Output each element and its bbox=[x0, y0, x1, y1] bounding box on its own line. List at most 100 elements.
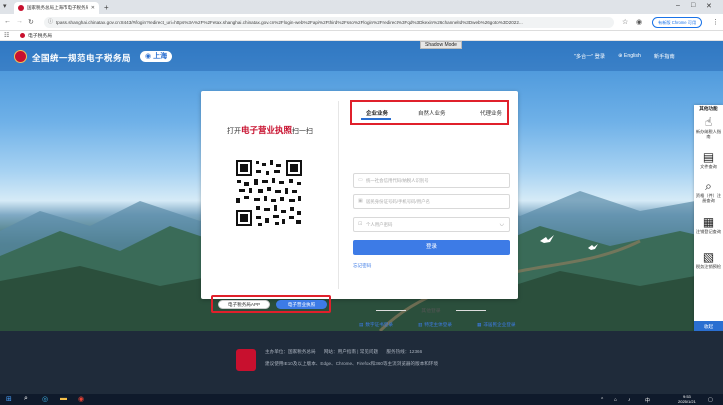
side-tool-file-query[interactable]: ▤ 文件查询 bbox=[694, 150, 723, 169]
side-tool-new-taxpayer[interactable]: ☝ 新办纳税人指南 bbox=[694, 115, 723, 139]
tab-individual[interactable]: 自然人业务 bbox=[418, 109, 446, 117]
reload-icon[interactable]: ↻ bbox=[28, 18, 34, 26]
active-tab-indicator bbox=[361, 118, 391, 120]
address-toolbar: ← → ↻ ⓘ tpass.shanghai.chinatax.gov.cn:8… bbox=[0, 14, 723, 31]
forward-icon[interactable]: → bbox=[16, 18, 23, 25]
side-tool-label: 注销登记查询 bbox=[695, 229, 722, 234]
side-tool-deregistration-precheck[interactable]: ▧ 税务注销预检 bbox=[694, 250, 723, 269]
login-card: 打开电子营业执照扫一扫 电子税务局APP 电子营业执照 企业业务 自然人业务 代… bbox=[201, 91, 518, 327]
nav-english-label: English bbox=[623, 53, 641, 59]
credit-code-placeholder: 统一社会信用代码/纳税人识别号 bbox=[366, 178, 429, 183]
side-tools-panel: 其他功能 ☝ 新办纳税人指南 ▤ 文件查询 ⌕ 资格（件）注册查询 ▦ 注销登记查询 ▧… bbox=[694, 105, 723, 333]
url-field[interactable]: ⓘ tpass.shanghai.chinatax.gov.cn:8443/#/… bbox=[44, 17, 614, 28]
footer-site-links[interactable]: 网站：用户指南 | 常见问题 bbox=[324, 349, 378, 354]
maximize-icon[interactable]: □ bbox=[691, 2, 695, 9]
tax-bureau-site: 全国统一规范电子税务局 ◉ 上海 "多合一" 登录 ⊕ English 新手指南 … bbox=[0, 41, 723, 394]
site-title: 全国统一规范电子税务局 bbox=[32, 53, 132, 63]
business-license-button[interactable]: 电子营业执照 bbox=[276, 300, 327, 309]
browser-tab[interactable]: 国家税务总局上海市电子税务局 ✕ bbox=[14, 2, 99, 14]
shadow-mode-badge[interactable]: Shadow Mode bbox=[420, 41, 462, 49]
qr-title-prefix: 打开 bbox=[227, 128, 241, 135]
taskbar-search-icon[interactable]: ⌕ bbox=[24, 395, 28, 403]
new-tab-icon[interactable]: + bbox=[104, 3, 109, 12]
nav-multi-login[interactable]: "多合一" 登录 bbox=[574, 53, 605, 60]
id-card-icon: ▭ bbox=[358, 177, 363, 183]
cert-login-link[interactable]: ▤ 数字证书登录 bbox=[359, 322, 395, 328]
qr-title: 打开电子营业执照扫一扫 bbox=[227, 124, 313, 136]
chrome-browser-icon[interactable]: ◉ bbox=[78, 395, 84, 403]
region-label: 上海 bbox=[153, 53, 168, 60]
nav-guide[interactable]: 新手指南 bbox=[654, 53, 675, 60]
password-visibility-icon[interactable]: ◡ bbox=[500, 218, 504, 231]
id-number-placeholder: 居民身份证号码/手机号码/用户名 bbox=[366, 199, 430, 204]
nav-english[interactable]: ⊕ English bbox=[618, 53, 641, 60]
login-qr-code bbox=[234, 158, 304, 228]
edge-browser-icon[interactable]: ◎ bbox=[42, 395, 48, 403]
back-icon[interactable]: ← bbox=[4, 18, 11, 25]
bookmark-item[interactable]: 电子税务局 bbox=[20, 32, 52, 39]
side-tool-deregistration-query[interactable]: ▦ 注销登记查询 bbox=[694, 215, 723, 234]
document-icon: ▤ bbox=[702, 150, 715, 164]
forgot-password-link[interactable]: 忘记密码 bbox=[353, 263, 371, 269]
bookmark-star-icon[interactable]: ☆ bbox=[622, 18, 628, 26]
side-tool-label: 资格（件）注册查询 bbox=[695, 193, 722, 203]
password-input[interactable]: ⊡ 个人用户密码 ◡ bbox=[353, 217, 510, 232]
os-taskbar: ⊞ ⌕ ◎ ▬ ◉ ⌃ ⌂ ♪ 中 9:53 2025/1/21 ▢ bbox=[0, 394, 723, 405]
id-number-input[interactable]: ▣ 居民身份证号码/手机号码/用户名 bbox=[353, 194, 510, 209]
tray-up-arrow-icon[interactable]: ⌃ bbox=[600, 397, 604, 403]
volume-icon[interactable]: ♪ bbox=[628, 397, 631, 403]
card-divider bbox=[338, 101, 339, 289]
lock-icon: ⊡ bbox=[358, 221, 363, 227]
header-nav: "多合一" 登录 ⊕ English 新手指南 bbox=[574, 53, 675, 60]
site-info-icon[interactable]: ⓘ bbox=[48, 17, 53, 28]
profile-icon[interactable]: ◉ bbox=[636, 18, 642, 26]
network-icon[interactable]: ⌂ bbox=[614, 397, 617, 403]
tax-bureau-favicon-icon bbox=[18, 5, 24, 11]
minimize-icon[interactable]: – bbox=[676, 2, 680, 9]
certificate-icon: ▤ bbox=[359, 322, 364, 327]
file-list-icon: ▦ bbox=[702, 215, 715, 229]
side-tool-label: 新办纳税人指南 bbox=[695, 129, 722, 139]
update-chrome-button[interactable]: 有新版 Chrome 可用 bbox=[652, 17, 703, 28]
entity-icon: ▥ bbox=[418, 322, 423, 327]
login-button[interactable]: 登录 bbox=[353, 240, 510, 255]
user-icon: ▣ bbox=[358, 198, 363, 204]
footer-sponsor: 主办单位：国家税务总局 bbox=[265, 349, 316, 354]
tax-emblem-icon bbox=[14, 50, 27, 63]
browser-menu-icon[interactable]: ⋮ bbox=[712, 18, 719, 26]
tab-title: 国家税务总局上海市电子税务局 bbox=[27, 5, 88, 10]
side-tool-registration-query[interactable]: ⌕ 资格（件）注册查询 bbox=[694, 179, 723, 203]
credit-code-input[interactable]: ▭ 统一社会信用代码/纳税人识别号 bbox=[353, 173, 510, 188]
tab-agent[interactable]: 代理业务 bbox=[480, 109, 502, 117]
tab-enterprise[interactable]: 企业业务 bbox=[366, 109, 388, 117]
special-entity-login-label: 特定主体登录 bbox=[424, 322, 452, 327]
nonresident-login-link[interactable]: ▦ 非居民企业登录 bbox=[477, 322, 518, 328]
special-entity-login-link[interactable]: ▥ 特定主体登录 bbox=[418, 322, 454, 328]
bookmarks-bar: ☷ 电子税务局 bbox=[0, 31, 723, 41]
footer-browser-note: 建议使用IE10及以上版本、Edge、Chrome、Firefox和360等主流… bbox=[265, 361, 439, 366]
tax-app-button[interactable]: 电子税务局APP bbox=[218, 300, 270, 309]
location-pin-icon: ◉ bbox=[145, 53, 152, 60]
notification-icon[interactable]: ▢ bbox=[708, 397, 713, 403]
password-placeholder: 个人用户密码 bbox=[366, 222, 393, 227]
app-switch-group: 电子税务局APP 电子营业执照 bbox=[211, 295, 331, 313]
close-window-icon[interactable]: ✕ bbox=[706, 2, 712, 10]
windows-start-icon[interactable]: ⊞ bbox=[6, 395, 12, 403]
side-tool-label: 税务注销预检 bbox=[695, 264, 722, 269]
apps-grid-icon[interactable]: ☷ bbox=[4, 32, 9, 39]
taskbar-clock[interactable]: 9:53 2025/1/21 bbox=[678, 394, 696, 404]
footer-hotline: 服务热线：12366 bbox=[386, 349, 423, 354]
bookmark-favicon-icon bbox=[20, 33, 25, 38]
tab-search-icon[interactable]: ▾ bbox=[3, 2, 7, 10]
input-method-icon[interactable]: 中 bbox=[645, 397, 650, 404]
qr-title-highlight: 电子营业执照 bbox=[241, 125, 293, 135]
region-selector[interactable]: ◉ 上海 bbox=[140, 51, 173, 62]
nonresident-icon: ▦ bbox=[477, 322, 482, 327]
file-explorer-icon[interactable]: ▬ bbox=[60, 395, 67, 402]
search-icon: ⌕ bbox=[705, 179, 712, 193]
tab-close-icon[interactable]: ✕ bbox=[91, 5, 95, 11]
qr-title-suffix: 扫一扫 bbox=[292, 128, 314, 135]
clock-date: 2025/1/21 bbox=[678, 399, 696, 404]
other-login-heading: 其他登录 bbox=[376, 307, 486, 314]
side-tools-title: 其他功能 bbox=[699, 106, 718, 111]
